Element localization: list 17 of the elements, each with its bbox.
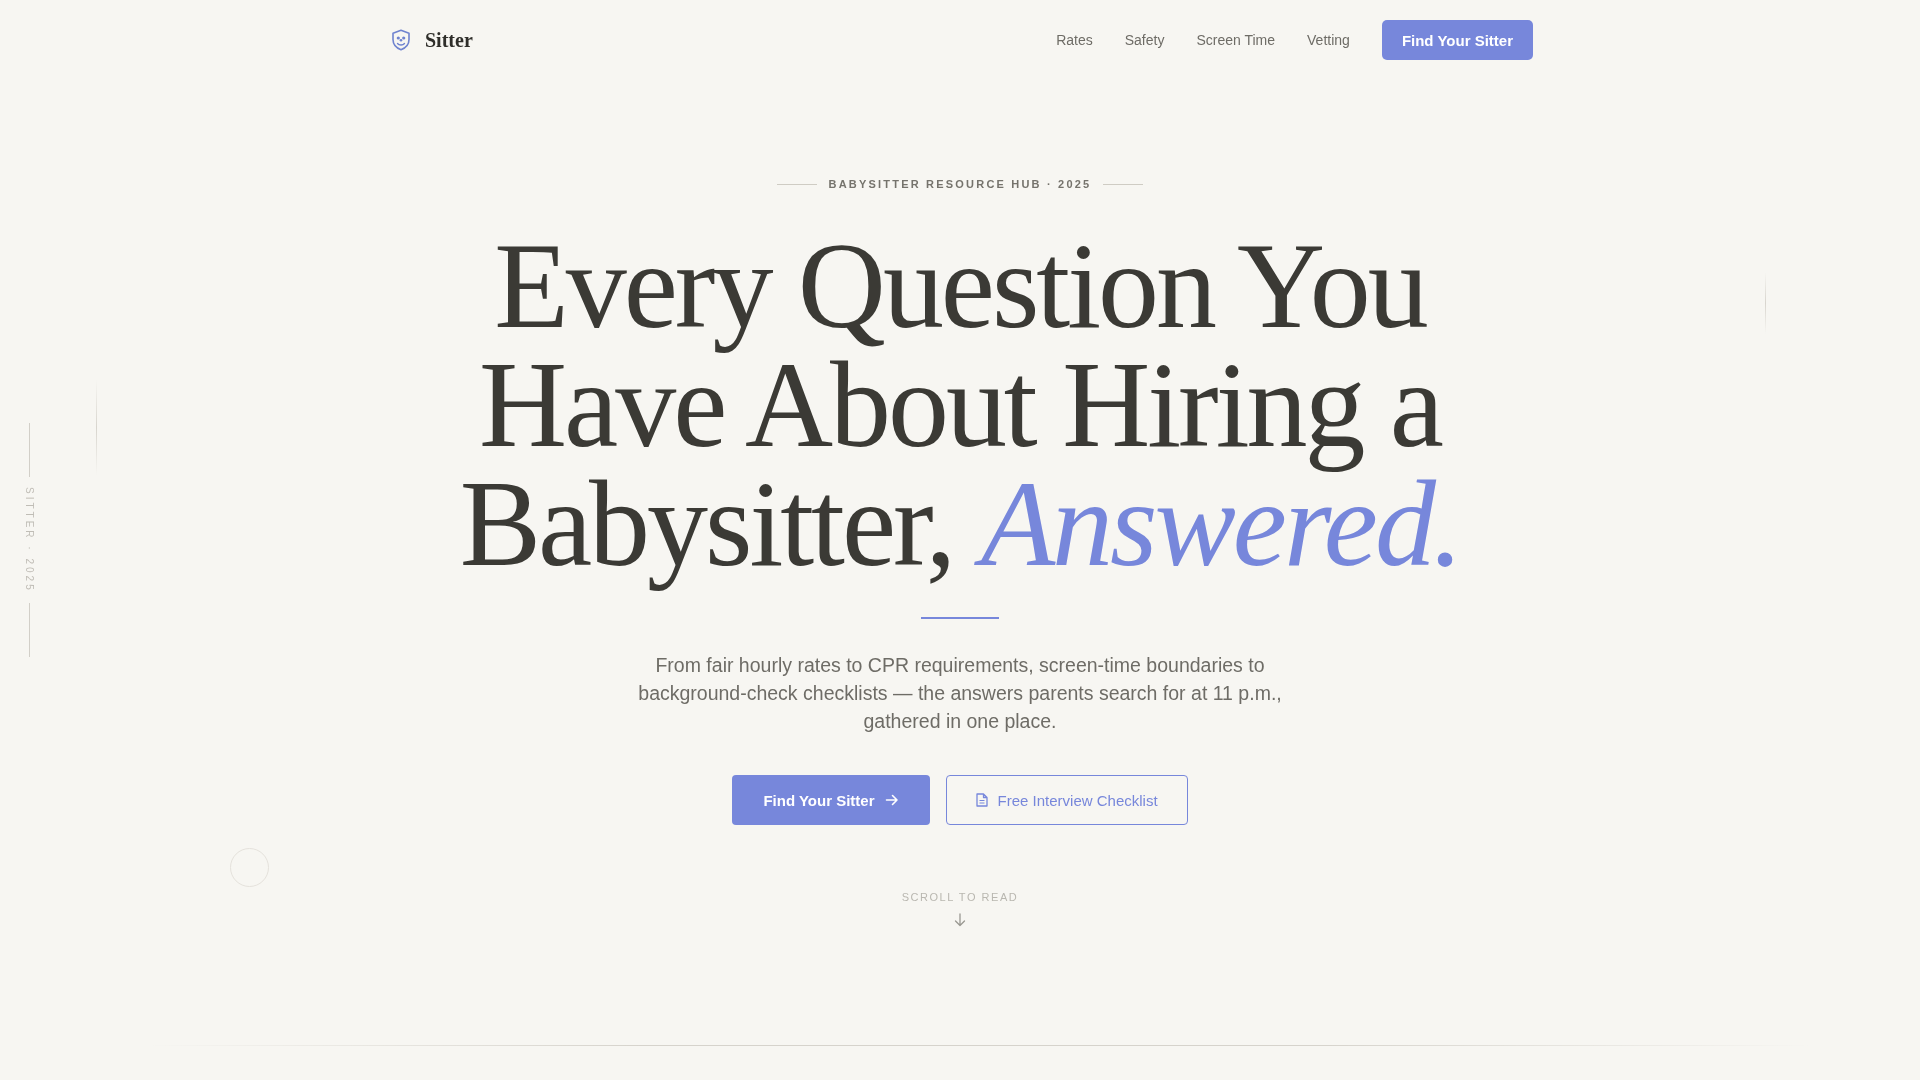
interview-checklist-button[interactable]: Free Interview Checklist (945, 775, 1188, 825)
hero-heading: Every Question You Have About Hiring a Babysitter, Answered. (458, 217, 1462, 593)
nav-link[interactable]: Screen Time (1196, 32, 1276, 48)
side-label: SITTER · 2025 (24, 487, 35, 593)
shield-icon (391, 29, 411, 51)
hero-description: From fair hourly rates to CPR requirements, screen-time boundaries to background-check checklists — the answers parents search for at 11 p.m., gathered in one place. (637, 653, 1283, 734)
document-icon (975, 793, 988, 807)
find-sitter-button[interactable]: Find Your Sitter (732, 775, 930, 825)
scroll-hint: SCROLL TO READ (901, 891, 1019, 903)
nav-link[interactable]: Rates (1056, 32, 1093, 48)
find-sitter-button[interactable]: Find Your Sitter (1381, 20, 1533, 60)
brand-name: Sitter (425, 28, 473, 52)
arrow-right-icon (884, 793, 899, 807)
eyebrow-label: BABYSITTER RESOURCE HUB · 2025 (828, 178, 1092, 190)
arrow-down-icon (953, 913, 967, 927)
nav-link[interactable]: Vetting (1307, 32, 1350, 48)
nav-link[interactable]: Safety (1124, 32, 1165, 48)
